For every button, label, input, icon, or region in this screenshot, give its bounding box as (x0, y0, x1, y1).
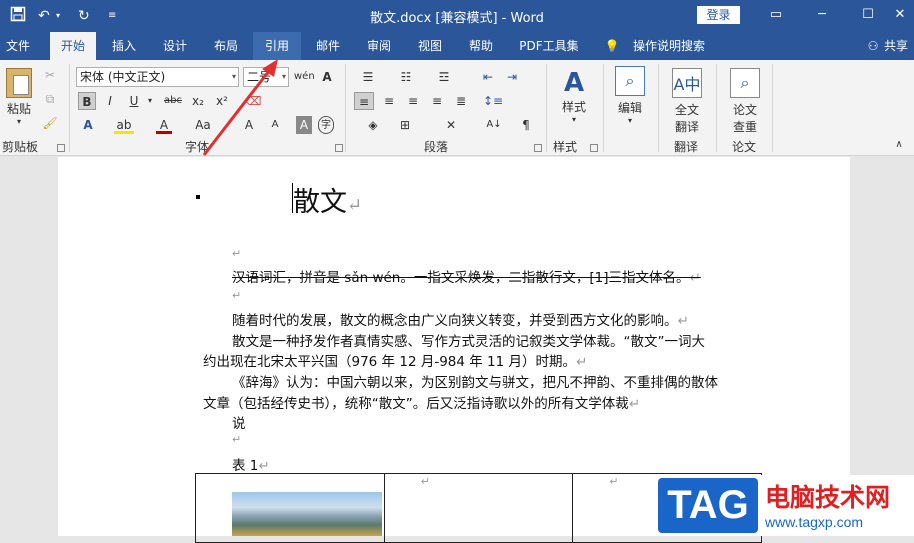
copy-icon[interactable]: ⧉ (42, 90, 58, 108)
doc-title[interactable]: 散文↵ (293, 180, 362, 219)
doc-paragraph-1[interactable]: 随着时代的发展，散文的概念由广义向狭义转变，并受到西方文化的影响。↵ (232, 309, 689, 329)
tab-design[interactable]: 设计 (155, 32, 195, 60)
styles-launcher-icon[interactable] (590, 144, 598, 152)
title-bar: ↶ ▾ ↻ ≡ 散文.docx [兼容模式] - Word 登录 ▭ ─ ☐ ✕ (0, 0, 914, 32)
font-launcher-icon[interactable] (335, 144, 343, 152)
tab-pdf-tools[interactable]: PDF工具集 (512, 32, 586, 60)
annotation-arrow (202, 59, 278, 156)
font-color-icon[interactable]: A (156, 116, 172, 134)
magnifier-icon: ⌕ (615, 66, 645, 96)
group-label-clipboard: 剪贴板 (2, 140, 39, 154)
tab-file[interactable]: 文件 (0, 32, 36, 60)
underline-dropdown-icon[interactable]: ▾ (145, 92, 155, 110)
paper-check-button[interactable]: ⌕ 论文 查重 (724, 68, 766, 135)
format-painter-icon[interactable]: 🖌 (42, 114, 58, 132)
doc-paragraph-3-cont[interactable]: 文章（包括经传史书），统称“散文”。后又泛指诗歌以外的所有文学体裁↵ (203, 392, 640, 412)
align-center-icon[interactable]: ≡ (380, 92, 398, 110)
styles-button[interactable]: A 样式 ▾ (556, 68, 592, 124)
paper-check-icon: ⌕ (730, 68, 760, 98)
align-left-icon[interactable]: ≡ (354, 92, 374, 110)
bullets-icon[interactable]: ☰ (356, 68, 380, 86)
collapse-ribbon-icon[interactable]: ∧ (892, 136, 906, 154)
sort-icon[interactable]: A↓ (486, 116, 502, 134)
close-icon[interactable]: ✕ (890, 6, 910, 24)
tab-help[interactable]: 帮助 (460, 32, 502, 60)
align-right-icon[interactable]: ≡ (404, 92, 422, 110)
chinese-layout-icon[interactable]: ✕ (440, 116, 462, 134)
ribbon: 粘贴 ▾ ✂ ⧉ 🖌 剪贴板 宋体 (中文正文) ▾ 二号 ▾ wén A B I … (0, 60, 914, 156)
doc-paragraph-3[interactable]: 《辞海》认为：中国六朝以来，为区别韵文与骈文，把凡不押韵、不重排偶的散体 (232, 371, 718, 391)
distributed-icon[interactable]: ≣ (452, 92, 470, 110)
increase-indent-icon[interactable]: ⇥ (502, 68, 522, 86)
tab-insert[interactable]: 插入 (104, 32, 144, 60)
watermark-logo: TAG (658, 478, 758, 533)
maximize-icon[interactable]: ☐ (858, 6, 878, 24)
editing-button[interactable]: ⌕ 编辑 ▾ (610, 66, 650, 125)
share-button[interactable]: 共享 (880, 32, 912, 60)
group-label-styles: 样式 (553, 140, 578, 154)
bullet-marker (196, 195, 200, 199)
table-caption[interactable]: 表 1↵ (232, 454, 270, 474)
line-spacing-icon[interactable]: ↕≡ (482, 92, 504, 110)
tab-review[interactable]: 审阅 (358, 32, 400, 60)
strikethrough-icon[interactable]: abc (162, 92, 184, 110)
tell-me-search[interactable]: 操作说明搜索 (626, 32, 712, 60)
shading-icon[interactable]: ◈ (362, 116, 384, 134)
translate-icon: A中 (672, 68, 702, 98)
watermark-site-name: 电脑技术网 (765, 483, 891, 512)
text-effects-icon[interactable]: A (78, 116, 98, 134)
share-icon[interactable]: ⚇ (866, 32, 880, 60)
justify-icon[interactable]: ≡ (428, 92, 446, 110)
group-label-translate: 翻译 (674, 140, 699, 154)
tab-home[interactable]: 开始 (50, 32, 96, 60)
decrease-indent-icon[interactable]: ⇤ (478, 68, 498, 86)
table-cell[interactable]: ↵ (383, 473, 574, 543)
doc-line-1[interactable]: 汉语词汇，拼音是 sǎn wén。一指文采焕发，二指散行文，[1]三指文体名。↵ (232, 266, 701, 286)
tab-mailings[interactable]: 邮件 (307, 32, 349, 60)
lightbulb-icon[interactable]: 💡 (604, 32, 620, 60)
group-label-paper: 论文 (732, 140, 757, 154)
doc-paragraph-2-cont[interactable]: 约出现在北宋太平兴国（976 年 12 月-984 年 11 月）时期。↵ (203, 350, 587, 370)
phonetic-guide-icon[interactable]: wén (294, 68, 315, 86)
cut-icon[interactable]: ✂ (42, 66, 58, 84)
highlight-icon[interactable]: ab (114, 116, 134, 134)
ribbon-tabs: 文件 开始 插入 设计 布局 引用 邮件 审阅 视图 帮助 PDF工具集 💡 操… (0, 32, 914, 60)
clear-format-icon[interactable]: A (318, 68, 336, 86)
minimize-icon[interactable]: ─ (812, 6, 832, 24)
ribbon-display-icon[interactable]: ▭ (766, 6, 786, 24)
styles-icon: A (563, 68, 585, 98)
clipboard-icon (6, 68, 32, 98)
mountain-image[interactable] (232, 492, 382, 536)
char-shading-icon[interactable]: A (296, 116, 312, 134)
login-button[interactable]: 登录 (697, 6, 740, 24)
italic-icon[interactable]: I (102, 92, 118, 110)
numbering-icon[interactable]: ☷ (394, 68, 418, 86)
tab-view[interactable]: 视图 (409, 32, 451, 60)
doc-paragraph-2[interactable]: 散文是一种抒发作者真情实感、写作方式灵活的记叙类文学体裁。“散文”一词大 (232, 330, 705, 350)
full-translate-button[interactable]: A中 全文 翻译 (666, 68, 708, 135)
multilevel-list-icon[interactable]: ☲ (432, 68, 456, 86)
borders-icon[interactable]: ⊞ (394, 116, 416, 134)
bold-icon[interactable]: B (78, 92, 96, 110)
doc-paragraph-3-end[interactable]: 说 (232, 412, 246, 432)
paragraph-launcher-icon[interactable] (534, 144, 542, 152)
paste-button[interactable]: 粘贴 ▾ (4, 68, 34, 126)
group-label-paragraph: 段落 (424, 140, 449, 154)
underline-icon[interactable]: U (126, 92, 142, 110)
clipboard-launcher-icon[interactable] (57, 144, 65, 152)
enclose-char-icon[interactable]: 字 (318, 116, 334, 134)
show-marks-icon[interactable]: ¶ (518, 116, 534, 134)
watermark-url: www.tagxp.com (765, 514, 864, 530)
